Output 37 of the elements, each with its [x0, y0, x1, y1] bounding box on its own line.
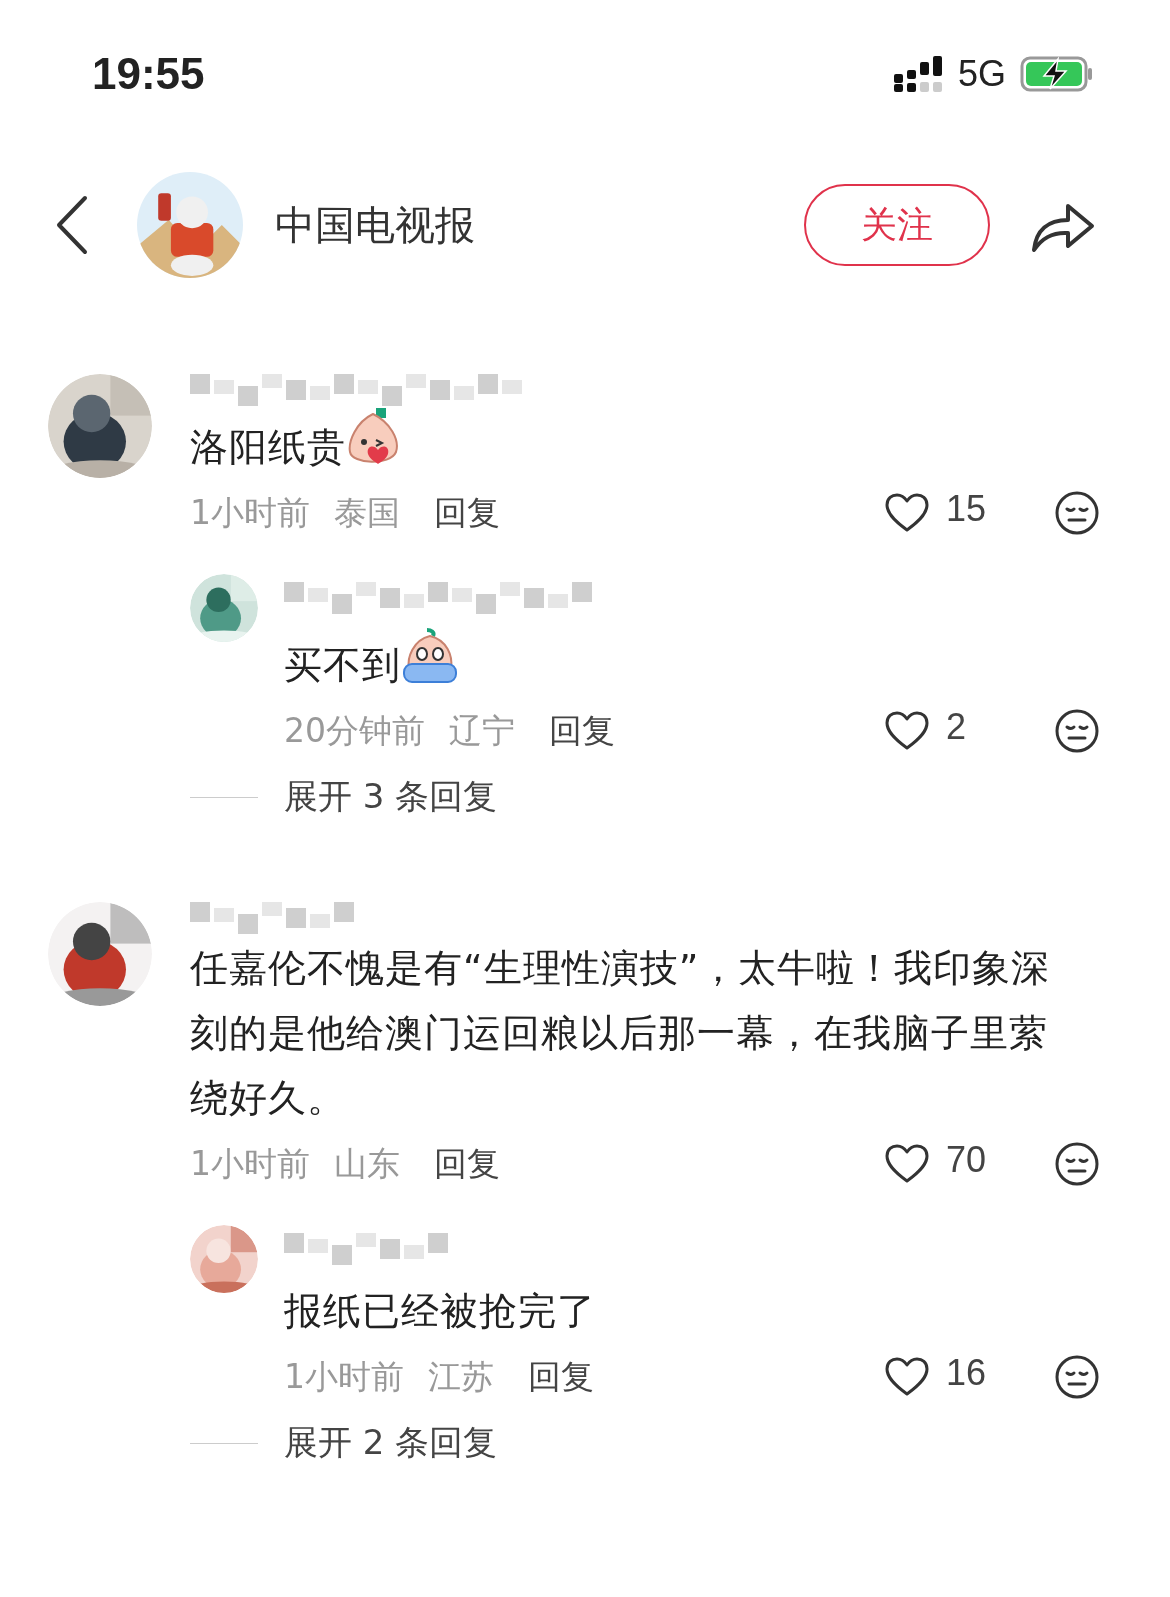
- like-count: 16: [946, 1352, 988, 1394]
- signal-icon: [893, 56, 944, 92]
- comment-location: 辽宁: [449, 709, 515, 752]
- expand-replies-link[interactable]: 展开 3 条回复: [284, 774, 498, 820]
- comment-time: 1小时前: [284, 1355, 404, 1398]
- neutral-face-icon[interactable]: [1054, 490, 1100, 536]
- heart-icon[interactable]: [884, 710, 930, 752]
- comment-time: 1小时前: [190, 491, 310, 534]
- comment-text: 洛阳纸贵: [190, 408, 1085, 480]
- reply-text: 报纸已经被抢完了: [284, 1288, 596, 1335]
- neutral-face-icon[interactable]: [1054, 1354, 1100, 1400]
- comment-location: 江苏: [428, 1355, 494, 1398]
- reply-button[interactable]: 回复: [424, 1141, 500, 1187]
- reply-button[interactable]: 回复: [424, 490, 500, 536]
- like-count: 70: [946, 1139, 988, 1181]
- battery-charging-icon: [1020, 56, 1094, 92]
- heart-icon[interactable]: [884, 492, 930, 534]
- heart-icon[interactable]: [884, 1143, 930, 1185]
- back-icon[interactable]: [55, 195, 89, 255]
- comment-time: 20分钟前: [284, 709, 425, 752]
- like-count: 15: [946, 488, 988, 530]
- neutral-face-icon[interactable]: [1054, 708, 1100, 754]
- account-name: 中国电视报: [275, 200, 475, 250]
- network-label: 5G: [957, 53, 1006, 95]
- neutral-face-icon[interactable]: [1054, 1141, 1100, 1187]
- follow-button[interactable]: 关注: [804, 184, 990, 266]
- heart-icon[interactable]: [884, 1356, 930, 1398]
- comment-location: 山东: [334, 1142, 400, 1185]
- expand-replies-link[interactable]: 展开 2 条回复: [284, 1420, 498, 1466]
- like-count: 2: [946, 706, 968, 748]
- comment-text: 任嘉伦不愧是有“生理性演技”，太牛啦！我印象深刻的是他给澳门运回粮以后那一幕，在我脑子里萦绕好久。: [190, 945, 1052, 1122]
- comment-time: 1小时前: [190, 1142, 310, 1185]
- reply-button[interactable]: 回复: [539, 708, 615, 754]
- comment-location: 泰国: [334, 491, 400, 534]
- status-time: 19:55: [92, 49, 205, 99]
- reply-text: 买不到: [284, 628, 604, 698]
- reply-button[interactable]: 回复: [518, 1354, 594, 1400]
